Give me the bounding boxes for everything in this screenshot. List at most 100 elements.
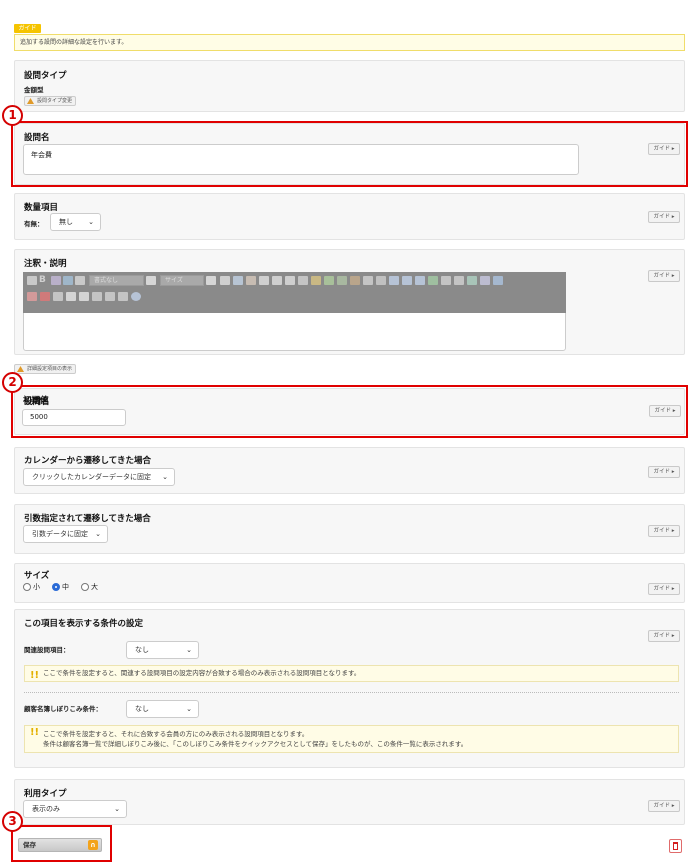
calendar-selected: クリックしたカレンダーデータに固定 <box>32 473 151 481</box>
chevron-down-icon: ⌄ <box>114 805 120 813</box>
ordered-list-icon[interactable] <box>272 276 282 285</box>
related-question-note: !! ここで条件を設定すると、関連する設問項目の設定内容が合致する場合のみ表示さ… <box>24 665 679 682</box>
flash-icon[interactable] <box>480 276 490 285</box>
customer-filter-select[interactable]: なし ⌄ <box>126 700 199 718</box>
document-icon[interactable] <box>220 276 230 285</box>
abc-icon[interactable] <box>75 276 85 285</box>
related-question-select[interactable]: なし ⌄ <box>126 641 199 659</box>
size-panel: サイズ 小 中 大 ガイド ▸ <box>14 563 685 603</box>
guide-button-quantity[interactable]: ガイド ▸ <box>648 211 680 223</box>
callout-box-1 <box>11 121 688 187</box>
change-icon <box>27 98 34 104</box>
align-center-icon[interactable] <box>402 276 412 285</box>
size-radio-large[interactable] <box>81 583 89 591</box>
help-icon[interactable] <box>131 292 141 301</box>
hr-icon[interactable] <box>441 276 451 285</box>
calendar-select[interactable]: クリックしたカレンダーデータに固定 ⌄ <box>23 468 175 486</box>
condition-title: この項目を表示する条件の設定 <box>24 619 144 629</box>
paste-icon[interactable] <box>311 276 321 285</box>
quantity-select[interactable]: 無し ⌄ <box>50 213 101 231</box>
warning-icon: !! <box>30 727 40 738</box>
change-question-type-label: 設問タイプ変更 <box>37 98 73 104</box>
quantity-selected: 無し <box>59 218 73 226</box>
argument-select[interactable]: 引数データに固定 ⌄ <box>23 525 108 543</box>
guide-button-notes[interactable]: ガイド ▸ <box>648 270 680 282</box>
guide-tag: ガイド <box>14 24 41 33</box>
link-icon[interactable] <box>324 276 334 285</box>
callout-badge-2: 2 <box>2 372 23 393</box>
editor-toolbar: B 書式なし サイズ <box>23 272 566 313</box>
guide-button-usage-type[interactable]: ガイド ▸ <box>648 800 680 812</box>
paintbrush-icon[interactable] <box>27 276 37 285</box>
bold-icon[interactable]: B <box>39 275 46 285</box>
callout-badge-3: 3 <box>2 811 23 832</box>
quantity-label: 有無： <box>24 220 44 228</box>
notes-title: 注釈・説明 <box>24 259 67 269</box>
related-question-label: 関連設問項目： <box>24 646 70 654</box>
size-label-small: 小 <box>33 583 40 591</box>
chevron-down-icon: ⌄ <box>95 530 101 538</box>
table-icon[interactable] <box>63 276 73 285</box>
customer-filter-note-line-1: ここで条件を設定すると、それに合致する会員の方にのみ表示される設問項目となります… <box>43 730 309 738</box>
preview-icon[interactable] <box>92 292 102 301</box>
callout-badge-1: 1 <box>2 105 23 126</box>
smiley-icon[interactable] <box>467 276 477 285</box>
print-icon[interactable] <box>105 292 115 301</box>
delete-button[interactable] <box>669 839 682 853</box>
guide-button-condition[interactable]: ガイド ▸ <box>648 630 680 642</box>
callout-box-2 <box>11 385 688 438</box>
unlink-icon[interactable] <box>337 276 347 285</box>
redo-icon[interactable] <box>79 292 89 301</box>
size-label-medium: 中 <box>62 583 69 591</box>
customer-filter-note-line-2: 条件は顧客名簿一覧で詳細しぼりこみ後に、「このしぼりこみ条件をクイックアクセスと… <box>43 740 468 748</box>
template-icon[interactable] <box>246 276 256 285</box>
special-char-icon[interactable] <box>454 276 464 285</box>
quote-icon[interactable] <box>298 276 308 285</box>
table-insert-icon[interactable] <box>428 276 438 285</box>
image-icon[interactable] <box>233 276 243 285</box>
align-right-icon[interactable] <box>415 276 425 285</box>
chevron-down-icon: ⌄ <box>88 218 94 226</box>
indent-icon[interactable] <box>285 276 295 285</box>
chart-icon[interactable] <box>53 292 63 301</box>
usage-type-select[interactable]: 表示のみ ⌄ <box>23 800 127 818</box>
youtube-icon[interactable] <box>40 292 50 301</box>
guide-button-argument[interactable]: ガイド ▸ <box>648 525 680 537</box>
question-type-panel: 設問タイプ 金額型 設問タイプ変更 <box>14 60 685 112</box>
notes-panel: 注釈・説明 ガイド ▸ B 書式なし サイズ <box>14 249 685 355</box>
show-advanced-settings-button[interactable]: 詳細設定項目の表示 <box>14 364 77 374</box>
chevron-down-icon: ⌄ <box>162 473 168 481</box>
dropdown-icon[interactable] <box>146 276 156 285</box>
guide-button-calendar[interactable]: ガイド ▸ <box>648 466 680 478</box>
argument-panel: 引数指定されて遷移してきた場合 引数データに固定 ⌄ ガイド ▸ <box>14 504 685 554</box>
copy-icon[interactable] <box>363 276 373 285</box>
anchor-icon[interactable] <box>350 276 360 285</box>
eraser-icon[interactable] <box>51 276 61 285</box>
font-size-select[interactable]: サイズ <box>160 275 204 286</box>
question-type-value: 金額型 <box>24 86 44 94</box>
trash-icon <box>673 842 678 850</box>
select-all-icon[interactable] <box>118 292 128 301</box>
undo-icon[interactable] <box>66 292 76 301</box>
align-left-icon[interactable] <box>389 276 399 285</box>
argument-selected: 引数データに固定 <box>32 530 88 538</box>
usage-type-panel: 利用タイプ 表示のみ ⌄ ガイド ▸ <box>14 779 685 825</box>
pin-icon[interactable] <box>27 292 37 301</box>
paste-text-icon[interactable] <box>376 276 386 285</box>
show-advanced-settings-label: 詳細設定項目の表示 <box>27 366 73 372</box>
callout-box-3 <box>11 825 112 862</box>
font-format-select[interactable]: 書式なし <box>89 275 144 286</box>
size-radio-medium[interactable] <box>52 583 60 591</box>
usage-type-title: 利用タイプ <box>24 789 67 799</box>
change-question-type-button[interactable]: 設問タイプ変更 <box>24 96 77 106</box>
guide-button-size[interactable]: ガイド ▸ <box>648 583 680 595</box>
source-icon[interactable] <box>493 276 503 285</box>
dropdown-icon[interactable] <box>206 276 216 285</box>
customer-filter-note: !! ここで条件を設定すると、それに合致する会員の方にのみ表示される設問項目とな… <box>24 725 679 753</box>
list-icon[interactable] <box>259 276 269 285</box>
size-title: サイズ <box>24 571 50 581</box>
chevron-down-icon: ⌄ <box>186 646 192 654</box>
size-radio-small[interactable] <box>23 583 31 591</box>
question-type-title: 設問タイプ <box>24 71 67 81</box>
size-label-large: 大 <box>91 583 98 591</box>
